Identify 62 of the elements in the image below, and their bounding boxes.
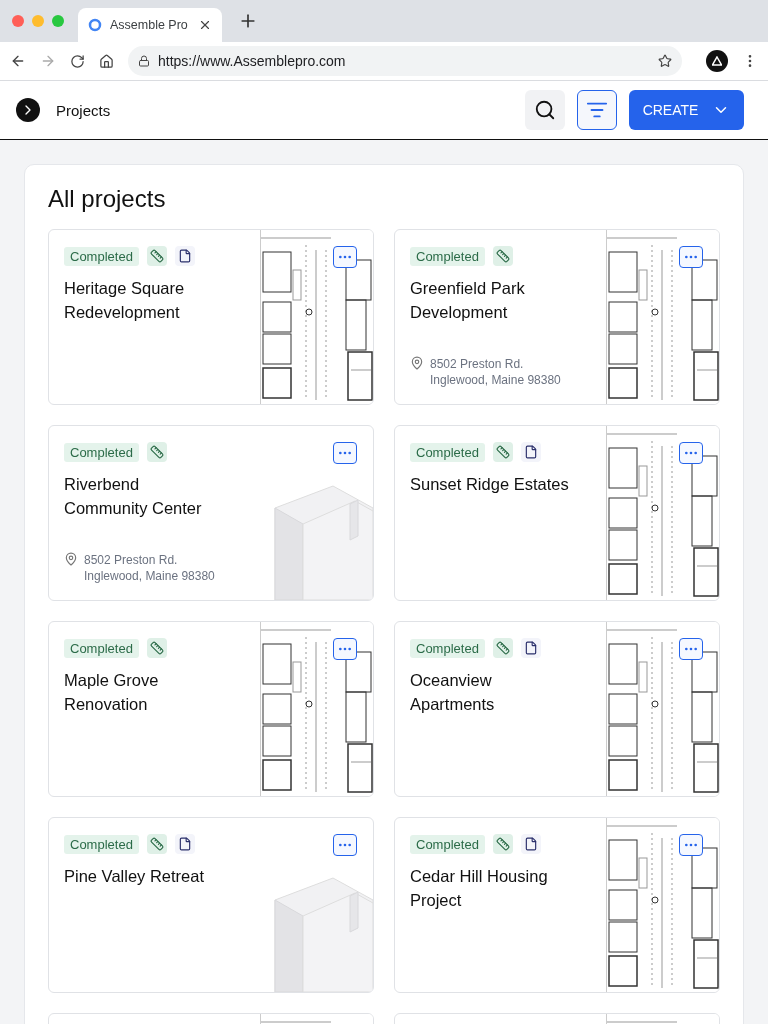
ruler-icon <box>492 834 513 854</box>
project-title: Maple Grove Renovation <box>64 670 160 715</box>
star-icon[interactable] <box>658 54 672 68</box>
back-icon[interactable] <box>10 53 26 69</box>
profile-avatar[interactable] <box>706 50 728 72</box>
status-badge: Completed <box>64 442 139 462</box>
project-title: Heritage Square Redevelopment <box>64 278 186 323</box>
project-card[interactable]: Completed Greenfield Park Development 8502 Preston Rd. Inglewood, Maine 98380 <box>394 229 720 405</box>
project-card[interactable]: Completed Pine Valley Retreat <box>48 817 374 993</box>
ruler-icon <box>492 246 513 266</box>
project-card[interactable]: Completed Riverbend Community Center 8502 Preston Rd. Inglewood, Maine 98380 <box>48 425 374 601</box>
more-button[interactable] <box>679 834 703 856</box>
browser-tab[interactable]: Assemble Pro <box>78 8 222 42</box>
project-card[interactable]: Completed Sunset Ridge Estates <box>394 425 720 601</box>
search-icon <box>534 99 556 121</box>
status-badge: Completed <box>64 246 139 266</box>
project-address: 8502 Preston Rd. Inglewood, Maine 98380 <box>84 552 215 584</box>
project-address: 8502 Preston Rd. Inglewood, Maine 98380 <box>430 356 561 388</box>
ruler-icon <box>146 442 167 462</box>
status-badge: Completed <box>64 834 139 854</box>
more-button[interactable] <box>333 246 357 268</box>
project-card[interactable]: Completed Maple Grove Renovation <box>48 621 374 797</box>
project-title: Greenfield Park Development <box>410 278 526 323</box>
status-badge: Completed <box>410 442 485 462</box>
project-title: Oceanview Apartments <box>410 670 496 715</box>
project-title: Riverbend Community Center <box>64 474 203 519</box>
ruler-icon <box>146 638 167 658</box>
ruler-icon <box>492 442 513 462</box>
triangle-icon <box>712 56 722 66</box>
lock-icon <box>138 55 150 67</box>
more-button[interactable] <box>333 638 357 660</box>
status-badge: Completed <box>410 246 485 266</box>
ruler-icon <box>146 246 167 266</box>
more-button[interactable] <box>333 834 357 856</box>
page-title: Projects <box>56 101 112 119</box>
ruler-icon <box>146 834 167 854</box>
create-button[interactable]: CREATE <box>629 90 744 130</box>
project-card[interactable]: Completed Cedar Hill Housing Project <box>394 817 720 993</box>
location-pin-icon <box>410 356 424 370</box>
project-card[interactable]: Completed Heritage Square Redevelopment <box>48 229 374 405</box>
reload-icon[interactable] <box>70 53 85 69</box>
more-button[interactable] <box>679 246 703 268</box>
section-title: All projects <box>48 185 167 213</box>
globe-logo-icon <box>88 18 102 32</box>
more-button[interactable] <box>333 442 357 464</box>
project-title: Pine Valley Retreat <box>64 866 206 887</box>
project-card[interactable]: Completed Oceanview Apartments <box>394 621 720 797</box>
home-icon[interactable] <box>99 53 114 69</box>
project-title: Sunset Ridge Estates <box>410 474 570 495</box>
status-badge: Completed <box>64 638 139 658</box>
location-pin-icon <box>64 552 78 566</box>
ruler-icon <box>492 638 513 658</box>
search-button[interactable] <box>525 90 565 130</box>
logo-icon[interactable] <box>16 98 40 122</box>
close-icon[interactable] <box>198 18 212 32</box>
status-badge: Completed <box>410 638 485 658</box>
filter-button[interactable] <box>577 90 617 130</box>
address-field[interactable]: https://www.Assemblepro.com <box>128 46 682 76</box>
status-badge: Completed <box>410 834 485 854</box>
project-title: Cedar Hill Housing Project <box>410 866 549 911</box>
more-button[interactable] <box>679 442 703 464</box>
more-button[interactable] <box>679 638 703 660</box>
